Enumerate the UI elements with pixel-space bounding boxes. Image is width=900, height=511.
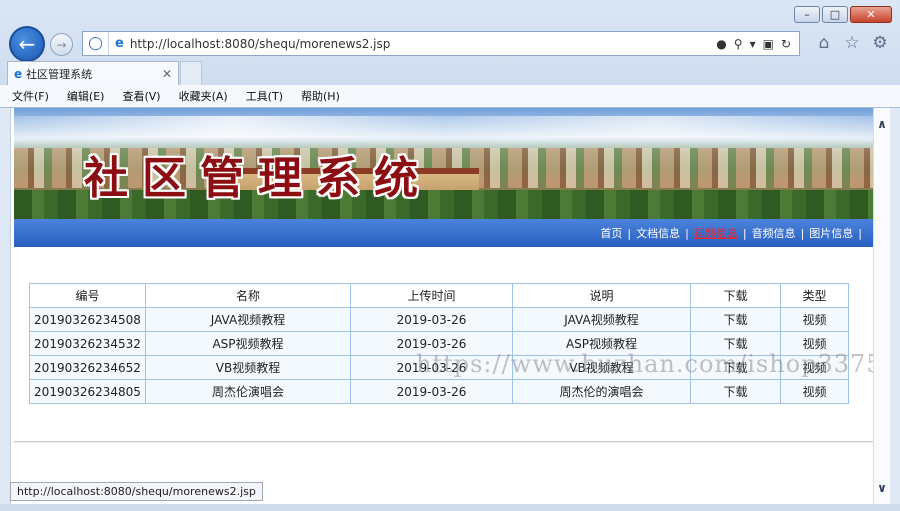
footer-divider [14,441,873,443]
cell-description: JAVA视频教程 [512,307,691,332]
refresh-icon[interactable]: ↻ [781,37,791,51]
browser-tab[interactable]: e 社区管理系统 ✕ [7,61,179,85]
tab-title: 社区管理系统 [26,67,93,81]
home-icon[interactable]: ⌂ [814,33,834,53]
banner-clouds [14,116,873,138]
nav-home[interactable]: 首页 [595,225,627,241]
address-bar[interactable]: ◯ e http://localhost:8080/shequ/morenews… [82,31,800,56]
header-name: 名称 [145,283,351,308]
site-banner: 社区管理系统 [14,108,873,219]
cell-id: 20190326234805 [29,379,146,404]
menu-bar: 文件(F) 编辑(E) 查看(V) 收藏夹(A) 工具(T) 帮助(H) [0,85,900,107]
cell-id: 20190326234508 [29,307,146,332]
cell-type: 视频 [780,307,849,332]
close-window-button[interactable]: ✕ [850,6,892,23]
cell-type: 视频 [780,379,849,404]
address-url[interactable]: http://localhost:8080/shequ/morenews2.js… [130,37,716,51]
cell-name: VB视频教程 [145,355,351,380]
tab-ie-icon: e [14,66,23,81]
cell-description: 周杰伦的演唱会 [512,379,691,404]
vertical-scrollbar[interactable]: ∧ ∨ [873,108,890,504]
navigation-row: ← → ◯ e http://localhost:8080/shequ/more… [0,26,900,62]
menu-file[interactable]: 文件(F) [9,87,52,105]
video-list-table: 编号 名称 上传时间 说明 下载 类型 20190326234508 JAVA视… [29,283,849,404]
cell-id: 20190326234652 [29,355,146,380]
compatibility-shield-icon[interactable]: ◯ [83,32,109,55]
new-tab-button[interactable] [180,61,202,85]
search-icon[interactable]: ⚲ [734,37,743,51]
addon-icon[interactable]: ● [716,37,726,51]
nav-separator: | [858,226,862,240]
dropdown-chevron-icon[interactable]: ▾ [750,37,756,51]
watermark: https://www.huzhan.com/ishop33758 [416,350,873,378]
cell-name: ASP视频教程 [145,331,351,356]
nav-documents[interactable]: 文档信息 [631,225,685,241]
download-link[interactable]: 下载 [690,307,781,332]
cell-id: 20190326234532 [29,331,146,356]
scroll-up-icon[interactable]: ∧ [874,116,890,132]
back-button[interactable]: ← [9,26,45,62]
maximize-button[interactable]: □ [822,6,848,23]
minimize-button[interactable]: – [794,6,820,23]
header-type: 类型 [780,283,849,308]
nav-audio[interactable]: 音频信息 [747,225,801,241]
forward-arrow-icon: → [56,37,67,52]
close-tab-icon[interactable]: ✕ [162,67,172,81]
site-nav: 首页 | 文档信息 | 视频信息 | 音频信息 | 图片信息 | [14,219,873,247]
cell-upload-time: 2019-03-26 [350,379,513,404]
ie-page-icon: e [115,36,124,51]
header-description: 说明 [512,283,691,308]
cell-name: JAVA视频教程 [145,307,351,332]
address-tools: ● ⚲ ▾ ▣ ↻ [716,37,799,51]
page-viewport: 社区管理系统 首页 | 文档信息 | 视频信息 | 音频信息 | 图片信息 | … [10,108,873,504]
cell-name: 周杰伦演唱会 [145,379,351,404]
menu-tools[interactable]: 工具(T) [243,87,286,105]
table-header-row: 编号 名称 上传时间 说明 下载 类型 [29,283,849,308]
browser-chrome: – □ ✕ ← → ◯ e http://localhost:8080/sheq… [0,0,900,108]
nav-images[interactable]: 图片信息 [804,225,858,241]
menu-edit[interactable]: 编辑(E) [64,87,108,105]
download-link[interactable]: 下载 [690,379,781,404]
site-title: 社区管理系统 [84,153,432,204]
compat-view-icon[interactable]: ▣ [763,37,774,51]
cell-upload-time: 2019-03-26 [350,307,513,332]
header-id: 编号 [29,283,146,308]
nav-videos[interactable]: 视频信息 [689,225,743,241]
back-arrow-icon: ← [18,32,36,56]
menu-help[interactable]: 帮助(H) [298,87,343,105]
menu-view[interactable]: 查看(V) [119,87,163,105]
window-bottom-border [0,504,900,511]
settings-gear-icon[interactable]: ⚙ [870,33,890,53]
header-upload-time: 上传时间 [350,283,513,308]
browser-tool-icons: ⌂ ☆ ⚙ [814,33,890,53]
menu-favorites[interactable]: 收藏夹(A) [176,87,231,105]
status-url-tooltip: http://localhost:8080/shequ/morenews2.js… [10,482,263,501]
forward-button[interactable]: → [50,33,73,56]
scroll-down-icon[interactable]: ∨ [874,480,890,496]
favorites-star-icon[interactable]: ☆ [842,33,862,53]
tab-row: e 社区管理系统 ✕ [0,61,900,85]
header-download: 下载 [690,283,781,308]
table-row: 20190326234508 JAVA视频教程 2019-03-26 JAVA视… [29,307,849,332]
window-controls: – □ ✕ [794,6,892,23]
table-row: 20190326234805 周杰伦演唱会 2019-03-26 周杰伦的演唱会… [29,379,849,404]
